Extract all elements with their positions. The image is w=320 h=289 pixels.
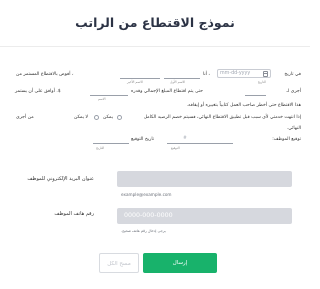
last-name-input[interactable]	[120, 78, 160, 79]
first-name-input[interactable]	[164, 78, 200, 79]
text-my-wage: أجري لـ	[286, 89, 301, 94]
phone-field[interactable]: 0000-000-0000	[117, 208, 292, 224]
authorization-date-input[interactable]: mm-dd-yyyy	[217, 69, 271, 78]
text-termination: إذا انتهت خدمتي لأي سبب قبل تطبيق الاقتط…	[143, 115, 301, 120]
employer-input[interactable]	[245, 95, 266, 96]
text-employee-signature: توقيع الموظف:	[272, 137, 301, 142]
email-field[interactable]	[117, 171, 292, 187]
text-authorize: ، أفوض بالاقتطاع المستمر من	[16, 72, 74, 77]
text-from-wage: من أجري	[16, 115, 34, 120]
text-until-notify: هذا الاقتطاع حتى أخطر صاحب العمل كتابياً…	[186, 103, 301, 108]
signature-hint: التوقيع	[171, 146, 180, 150]
signature-date-hint: التاريخ	[96, 146, 105, 150]
last-name-hint: الاسم الأخير	[127, 80, 143, 84]
radio-can[interactable]	[117, 115, 122, 120]
radio-can-label: يمكن	[103, 115, 113, 120]
amount-hint: الاسم	[98, 97, 106, 101]
email-label: عنوان البريد الإلكتروني للموظف	[27, 176, 94, 182]
text-until-total: حتى يتم اقتطاع المبلغ الإجمالي وقدره	[131, 89, 203, 94]
radio-cannot[interactable]	[94, 115, 99, 120]
phone-placeholder: 0000-000-0000	[124, 212, 173, 219]
email-help: example@example.com	[121, 192, 172, 197]
page-title: نموذج الاقتطاع من الراتب	[75, 15, 235, 30]
clear-button[interactable]: مسح الكل	[99, 253, 139, 273]
radio-cannot-label: لا يمكن	[74, 115, 89, 120]
date-placeholder: mm-dd-yyyy	[220, 70, 251, 76]
first-name-hint: الاسم الأول	[170, 80, 186, 84]
signature-mark: #	[183, 136, 187, 141]
text-on-date: في تاريخ	[284, 72, 301, 77]
date-hint: التاريخ	[257, 80, 266, 84]
text-agree-continue: $. أوافق على أن يستمر	[15, 89, 61, 94]
signature-date-input[interactable]	[93, 143, 129, 144]
calendar-icon[interactable]	[263, 71, 268, 77]
phone-help: يرجى إدخال رقم هاتف صحيح.	[121, 229, 166, 233]
header-divider	[0, 46, 310, 47]
phone-label: رقم هاتف الموظف	[54, 211, 94, 217]
text-i-am: ، أنا	[203, 72, 210, 77]
submit-button[interactable]: إرسال	[143, 253, 217, 273]
total-amount-input[interactable]	[90, 95, 128, 96]
text-final: النهائي.	[286, 126, 301, 131]
signature-input[interactable]	[167, 143, 233, 144]
text-signature-date: تاريخ التوقيع	[131, 137, 155, 142]
